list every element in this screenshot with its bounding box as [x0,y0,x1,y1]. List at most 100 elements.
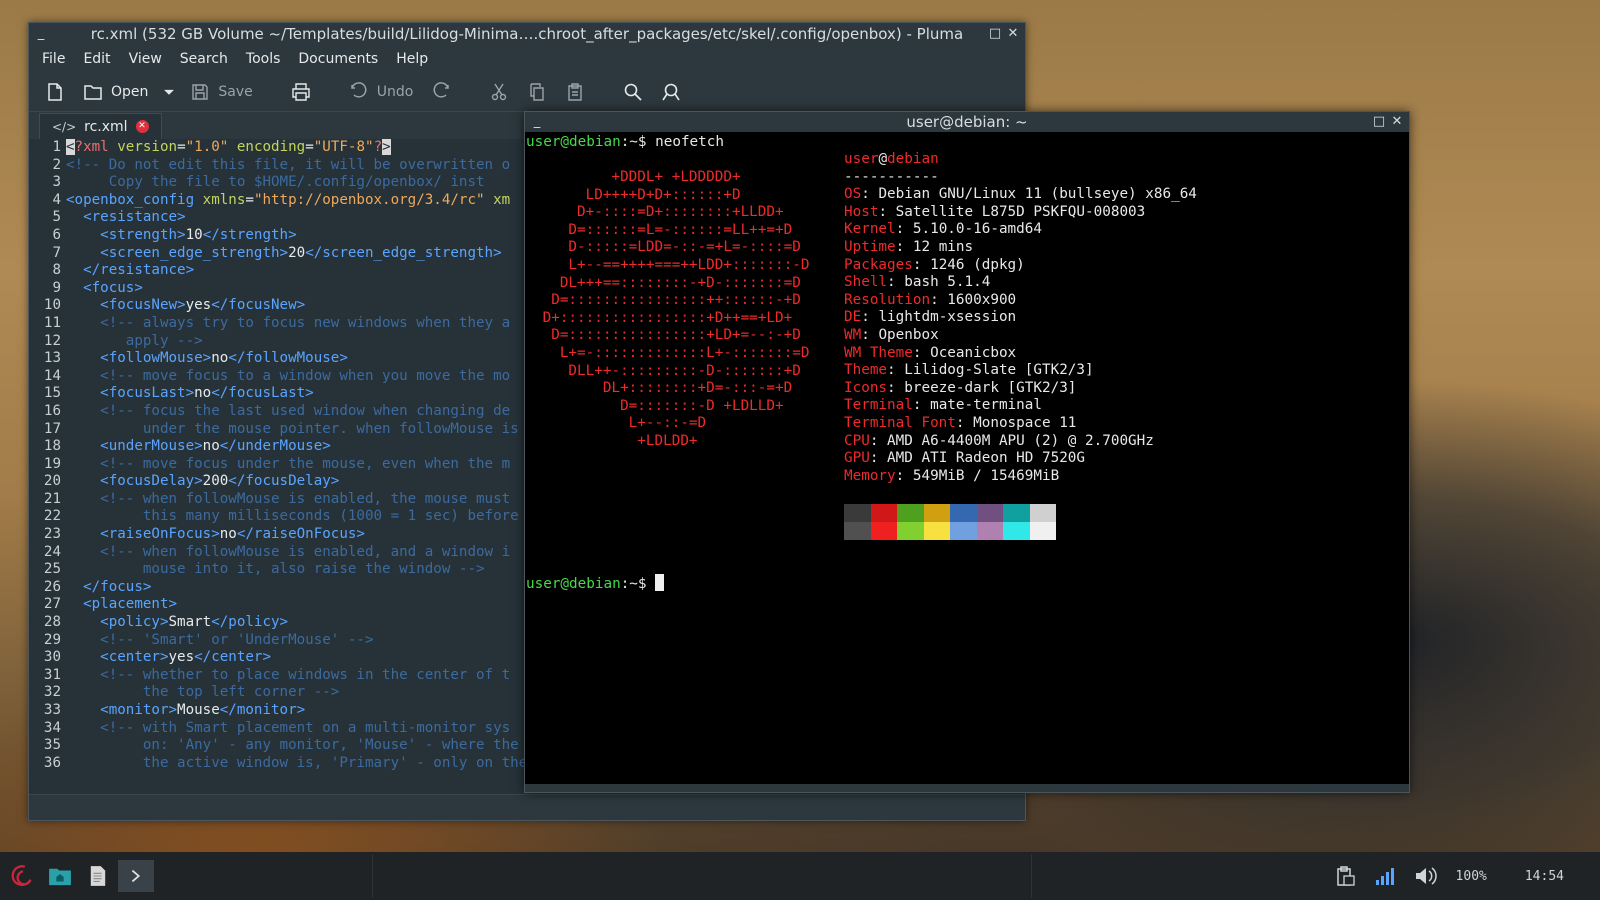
code-token: on: 'Any' - any monitor, 'Mouse' - where… [66,737,519,754]
menu-view[interactable]: View [120,51,171,67]
info-key: Shell [844,274,888,291]
replace-button[interactable] [655,77,687,107]
command-line: user@debian:~$ neofetch [526,134,724,152]
new-document-button[interactable] [39,77,71,107]
line-number: 9 [52,279,61,296]
paste-button[interactable] [559,77,591,107]
cut-button[interactable] [483,77,515,107]
code-token: version [117,139,178,155]
taskbar-window-list[interactable] [372,854,1032,898]
info-value: bash 5.1.4 [904,274,991,291]
clipboard-tray-icon[interactable] [1334,865,1356,887]
printer-icon [292,83,310,101]
terminal-window[interactable]: _ user@debian: ~ □ ✕ user@debian:~$ neof… [524,111,1410,793]
logo-line: D=::::::=L=-::::::=LL++=+D [534,221,793,238]
logo-line: D-:::::=LDD=-::-=+L=-::::=D [534,239,801,256]
info-row: OS: Debian GNU/Linux 11 (bullseye) x86_6… [844,186,1197,203]
menubar: File Edit View Search Tools Documents He… [29,45,1025,73]
code-token: 200 [202,473,229,490]
debian-swirl-icon [11,865,32,887]
terminal-scrollbar[interactable] [525,784,1409,792]
redo-button[interactable] [425,77,457,107]
info-key: Memory [844,467,896,484]
open-button[interactable]: Open [77,77,154,107]
copy-button[interactable] [521,77,553,107]
open-dropdown-button[interactable] [160,77,178,107]
line-number: 33 [43,702,61,718]
taskbar: 100% 14:54 [0,852,1600,900]
terminal-titlebar[interactable]: _ user@debian: ~ □ ✕ [525,112,1409,132]
palette-swatch [1003,504,1030,522]
logo-line: DL+::::::::+D=-:::-=+D [534,380,793,397]
line-number: 22 [43,508,61,525]
terminal-button[interactable] [118,860,154,892]
info-key: Theme [844,362,888,379]
menu-tools[interactable]: Tools [237,51,290,67]
terminal-output[interactable]: user@debian:~$ neofetch +DDDL+ +LDDDDD+ … [526,134,1408,784]
palette-swatch [844,522,871,540]
text-editor-button[interactable] [80,860,116,892]
info-key: Uptime [844,238,896,255]
terminal-minimize-icon[interactable]: _ [529,112,545,132]
info-value: lightdm-xsession [878,309,1017,326]
status-bar [29,794,1025,820]
info-key: Terminal [844,397,913,414]
save-icon [192,84,209,100]
logo-line: DL+++==::::::::-+D-:::::::=D [534,274,801,291]
info-value: Openbox [878,326,939,343]
maximize-icon[interactable]: □ [987,23,1003,45]
menu-documents[interactable]: Documents [289,51,387,67]
info-value: mate-terminal [930,397,1042,414]
save-button[interactable]: Save [184,77,258,107]
code-token: encoding [236,139,306,155]
find-button[interactable] [617,77,649,107]
volume-icon[interactable] [1414,865,1438,887]
volume-percentage[interactable]: 100% [1456,869,1487,884]
file-manager-button[interactable] [42,860,78,892]
code-token: <!-- when followMouse is enabled, and a … [66,543,511,560]
tab-close-icon[interactable]: ✕ [135,120,149,133]
menu-file[interactable]: File [33,51,74,67]
code-token: yes [185,297,212,314]
code-token: </focusNew> [211,297,306,314]
line-number: 11 [43,314,61,331]
debian-ascii-logo: +DDDL+ +LDDDDD+ LD++++D+D+::::::+D D+-::… [534,169,810,451]
tab-label: rc.xml [84,118,128,135]
code-token: <focusNew> [66,297,186,314]
code-token: "UTF-8" [313,139,374,155]
info-row: DE: lightdm-xsession [844,309,1017,326]
info-value: breeze-dark [GTK2/3] [904,379,1077,396]
code-token: </screen_edge_strength> [305,244,502,261]
info-key: Packages [844,256,913,273]
info-row: Terminal: mate-terminal [844,397,1042,414]
info-row: Resolution: 1600x900 [844,291,1017,308]
undo-button[interactable]: Undo [343,77,420,107]
logo-line: D+:::::::::::::::::+D++==+LD+ [534,309,793,326]
close-icon[interactable]: ✕ [1005,23,1021,45]
folder-home-icon [49,868,71,886]
pluma-titlebar[interactable]: _ rc.xml (532 GB Volume ~/Templates/buil… [29,23,1025,45]
palette-swatch [976,504,1003,522]
menu-help[interactable]: Help [387,51,437,67]
logo-line: DLL++-:::::::::-D-:::::::+D [534,362,801,379]
code-token: </resistance> [66,262,195,279]
minimize-icon[interactable]: _ [33,23,49,45]
menu-edit[interactable]: Edit [74,51,119,67]
clock[interactable]: 14:54 [1525,869,1564,884]
clipboard-icon [568,83,583,101]
find-replace-icon [662,83,681,101]
menu-search[interactable]: Search [171,51,237,67]
code-token: </focusDelay> [228,473,340,490]
terminal-maximize-icon[interactable]: □ [1371,112,1387,132]
menu-button[interactable] [4,860,40,892]
print-button[interactable] [285,77,317,107]
palette-swatch [844,504,871,522]
network-signal-icon[interactable] [1374,865,1396,887]
tab-rc-xml[interactable]: </> rc.xml ✕ [39,113,162,139]
palette-swatch [923,522,950,540]
code-token: = [245,191,254,208]
info-value: Debian GNU/Linux 11 (bullseye) x86_64 [878,186,1197,203]
code-token: the active window is, 'Primary' - only o… [66,754,528,771]
code-token: no [211,350,229,367]
terminal-close-icon[interactable]: ✕ [1389,112,1405,132]
